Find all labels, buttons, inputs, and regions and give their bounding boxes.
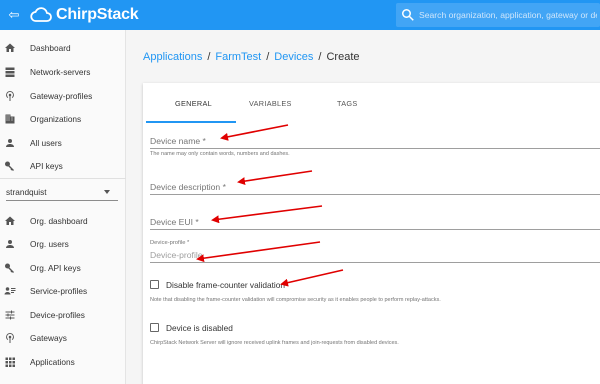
device-disabled-checkbox[interactable]: [150, 323, 159, 332]
sidebar-item-org-dashboard[interactable]: Org. dashboard: [0, 211, 126, 231]
active-tab-indicator: [146, 121, 236, 123]
organization-select-value: strandquist: [6, 186, 47, 197]
building-icon: [4, 113, 16, 125]
breadcrumb-separator: /: [318, 51, 322, 63]
top-app-bar: ⇦ ChirpStack: [0, 0, 600, 30]
sidebar-item-service-profiles[interactable]: Service-profiles: [0, 281, 126, 301]
brand-name: ChirpStack: [56, 6, 139, 23]
tab-variables[interactable]: VARIABLES: [249, 99, 292, 108]
device-profile-select[interactable]: Device-profile: [150, 250, 203, 260]
sidebar-divider: [0, 178, 126, 179]
sidebar-item-label: Dashboard: [30, 43, 71, 53]
sidebar-item-label: API keys: [30, 161, 63, 171]
device-eui-label: Device EUI *: [150, 217, 199, 227]
sidebar-item-org-users[interactable]: Org. users: [0, 234, 126, 254]
breadcrumb-separator: /: [207, 51, 211, 63]
cloud-logo-icon: [30, 7, 52, 22]
device-eui-input[interactable]: [150, 229, 600, 230]
sidebar-item-label: Applications: [30, 357, 75, 367]
account-details-icon: [4, 285, 16, 297]
disable-frame-counter-label: Disable frame-counter validation: [166, 280, 285, 290]
sidebar-item-device-profiles[interactable]: Device-profiles: [0, 305, 126, 325]
organization-select[interactable]: strandquist: [6, 183, 118, 201]
sidebar-item-label: Org. dashboard: [30, 216, 88, 226]
account-icon: [4, 238, 16, 250]
key-icon: [4, 262, 16, 274]
sidebar-item-label: All users: [30, 138, 62, 148]
tab-tags[interactable]: TAGS: [337, 99, 358, 108]
breadcrumb-separator: /: [266, 51, 270, 63]
chevron-down-icon: [104, 189, 110, 194]
key-icon: [4, 160, 16, 172]
sidebar-item-label: Org. users: [30, 239, 69, 249]
sidebar-item-gateways[interactable]: Gateways: [0, 328, 126, 348]
apps-icon: [4, 356, 16, 368]
sidebar-item-organizations[interactable]: Organizations: [0, 109, 126, 129]
sidebar-item-label: Service-profiles: [30, 286, 88, 296]
home-icon: [4, 215, 16, 227]
tab-general[interactable]: GENERAL: [175, 99, 212, 108]
search-box[interactable]: [396, 3, 600, 27]
breadcrumb-applications[interactable]: Applications: [143, 51, 202, 63]
sidebar-item-label: Gateways: [30, 333, 67, 343]
sidebar: Dashboard Network-servers Gateway-profil…: [0, 30, 126, 384]
device-profile-label: Device-profile *: [150, 240, 190, 246]
sidebar-item-label: Organizations: [30, 114, 82, 124]
radio-tower-icon: [4, 332, 16, 344]
home-icon: [4, 42, 16, 54]
sidebar-item-label: Org. API keys: [30, 263, 81, 273]
sidebar-item-api-keys[interactable]: API keys: [0, 156, 126, 176]
collapse-menu-icon[interactable]: ⇦: [6, 7, 22, 23]
sidebar-item-all-users[interactable]: All users: [0, 133, 126, 153]
device-form-card: GENERAL VARIABLES TAGS Device name * The…: [143, 83, 600, 384]
sidebar-item-label: Network-servers: [30, 67, 91, 77]
sidebar-item-applications[interactable]: Applications: [0, 352, 126, 372]
account-icon: [4, 137, 16, 149]
sidebar-item-network-servers[interactable]: Network-servers: [0, 62, 126, 82]
breadcrumb-application[interactable]: FarmTest: [215, 51, 261, 63]
device-description-input[interactable]: [150, 194, 600, 195]
disable-frame-counter-checkbox[interactable]: [150, 280, 159, 289]
page-title: Create: [326, 51, 360, 63]
search-icon: [402, 9, 414, 21]
sidebar-item-label: Gateway-profiles: [30, 91, 93, 101]
sidebar-item-label: Device-profiles: [30, 310, 85, 320]
device-disabled-label: Device is disabled: [166, 323, 233, 333]
device-name-input[interactable]: [150, 148, 600, 149]
device-disabled-note: ChirpStack Network Server will ignore re…: [150, 340, 399, 346]
server-icon: [4, 66, 16, 78]
device-description-label: Device description *: [150, 182, 226, 192]
sidebar-item-gateway-profiles[interactable]: Gateway-profiles: [0, 86, 126, 106]
breadcrumb-devices[interactable]: Devices: [274, 51, 313, 63]
radio-tower-icon: [4, 90, 16, 102]
chirpstack-logo[interactable]: ChirpStack: [30, 5, 139, 25]
tune-icon: [4, 309, 16, 321]
device-name-label: Device name *: [150, 136, 206, 146]
breadcrumb: Applications / FarmTest / Devices / Crea…: [143, 51, 360, 63]
device-name-helper: The name may only contain words, numbers…: [150, 151, 290, 157]
sidebar-item-org-api-keys[interactable]: Org. API keys: [0, 258, 126, 278]
sidebar-item-dashboard[interactable]: Dashboard: [0, 38, 126, 58]
tab-bar: GENERAL VARIABLES TAGS: [143, 83, 600, 123]
device-profile-underline: [150, 262, 600, 263]
disable-frame-counter-note: Note that disabling the frame-counter va…: [150, 297, 441, 303]
search-input[interactable]: [417, 10, 597, 20]
